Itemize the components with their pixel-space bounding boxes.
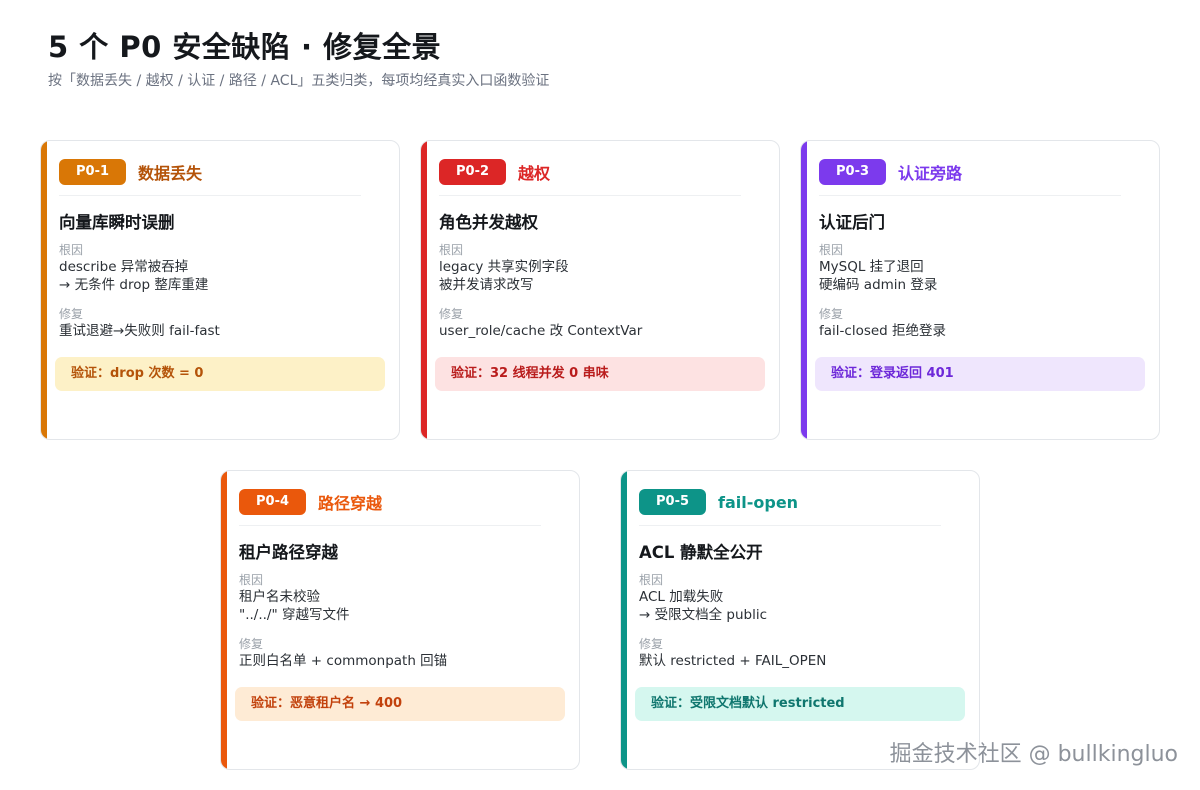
priority-badge: P0-3 (819, 159, 887, 185)
root-cause-line: 租户名未校验 (239, 589, 320, 605)
card-accent-bar (41, 141, 47, 439)
defect-card-p0-2: P0-2 越权 角色并发越权 根因 legacy 共享实例字段 被并发请求改写 … (420, 140, 780, 440)
root-cause-line: legacy 共享实例字段 (439, 259, 569, 275)
priority-badge: P0-2 (439, 159, 507, 185)
divider (439, 195, 741, 196)
defect-card-p0-5: P0-5 fail-open ACL 静默全公开 根因 ACL 加载失败 → 受… (620, 470, 980, 770)
fix-text: user_role/cache 改 ContextVar (439, 323, 643, 339)
root-cause-line: → 受限文档全 public (639, 607, 768, 623)
fix-text: 默认 restricted + FAIL_OPEN (639, 653, 827, 669)
root-cause-line: 被并发请求改写 (439, 277, 534, 293)
verification-box: 验证：登录返回 401 (815, 357, 1145, 391)
category-label: 路径穿越 (318, 494, 383, 513)
root-cause-label: 根因 (59, 243, 84, 257)
fix-text: fail-closed 拒绝登录 (819, 323, 947, 339)
page: 5 个 P0 安全缺陷 · 修复全景 按「数据丢失 / 越权 / 认证 / 路径… (0, 0, 1200, 790)
card-header: P0-5 fail-open (639, 489, 961, 515)
fix-label: 修复 (239, 637, 264, 651)
watermark: 掘金技术社区 @ bullkingluo (889, 742, 1178, 767)
root-cause-line: 硬编码 admin 登录 (819, 277, 938, 293)
category-label: fail-open (718, 492, 799, 512)
divider (59, 195, 361, 196)
verification-box: 验证：32 线程并发 0 串味 (435, 357, 765, 391)
fix-label: 修复 (439, 307, 464, 321)
defect-name: 角色并发越权 (439, 213, 538, 232)
defect-name: 租户路径穿越 (239, 543, 338, 562)
verification-box: 验证：受限文档默认 restricted (635, 687, 965, 721)
verification-box: 验证：drop 次数 = 0 (55, 357, 385, 391)
card-header: P0-2 越权 (439, 159, 761, 185)
card-header: P0-1 数据丢失 (59, 159, 381, 185)
category-label: 数据丢失 (138, 164, 203, 183)
defect-card-p0-4: P0-4 路径穿越 租户路径穿越 根因 租户名未校验 "../../" 穿越写文… (220, 470, 580, 770)
priority-badge: P0-5 (639, 489, 707, 515)
root-cause-line: → 无条件 drop 整库重建 (59, 277, 209, 293)
root-cause-label: 根因 (439, 243, 464, 257)
priority-badge: P0-4 (239, 489, 307, 515)
category-label: 越权 (518, 164, 551, 183)
divider (239, 525, 541, 526)
fix-text: 正则白名单 + commonpath 回锚 (239, 653, 448, 669)
fix-label: 修复 (639, 637, 664, 651)
divider (819, 195, 1121, 196)
defect-card-p0-3: P0-3 认证旁路 认证后门 根因 MySQL 挂了退回 硬编码 admin 登… (800, 140, 1160, 440)
divider (639, 525, 941, 526)
root-cause-line: describe 异常被吞掉 (59, 259, 189, 275)
fix-label: 修复 (819, 307, 844, 321)
card-header: P0-3 认证旁路 (819, 159, 1141, 185)
card-accent-bar (421, 141, 427, 439)
root-cause-line: "../../" 穿越写文件 (239, 607, 350, 623)
defect-name: ACL 静默全公开 (639, 543, 763, 562)
defect-card-p0-1: P0-1 数据丢失 向量库瞬时误删 根因 describe 异常被吞掉 → 无条… (40, 140, 400, 440)
card-accent-bar (221, 471, 227, 769)
root-cause-line: MySQL 挂了退回 (819, 259, 924, 275)
fix-text: 重试退避→失败则 fail-fast (59, 323, 220, 339)
defect-name: 向量库瞬时误删 (59, 213, 175, 232)
card-accent-bar (801, 141, 807, 439)
defect-name: 认证后门 (819, 213, 885, 232)
root-cause-label: 根因 (819, 243, 844, 257)
category-label: 认证旁路 (898, 164, 963, 183)
root-cause-label: 根因 (239, 573, 264, 587)
fix-label: 修复 (59, 307, 84, 321)
priority-badge: P0-1 (59, 159, 127, 185)
card-header: P0-4 路径穿越 (239, 489, 561, 515)
verification-box: 验证：恶意租户名 → 400 (235, 687, 565, 721)
root-cause-line: ACL 加载失败 (639, 589, 724, 605)
card-accent-bar (621, 471, 627, 769)
root-cause-label: 根因 (639, 573, 664, 587)
page-title: 5 个 P0 安全缺陷 · 修复全景 (48, 30, 442, 64)
page-subtitle: 按「数据丢失 / 越权 / 认证 / 路径 / ACL」五类归类，每项均经真实入… (48, 73, 550, 89)
